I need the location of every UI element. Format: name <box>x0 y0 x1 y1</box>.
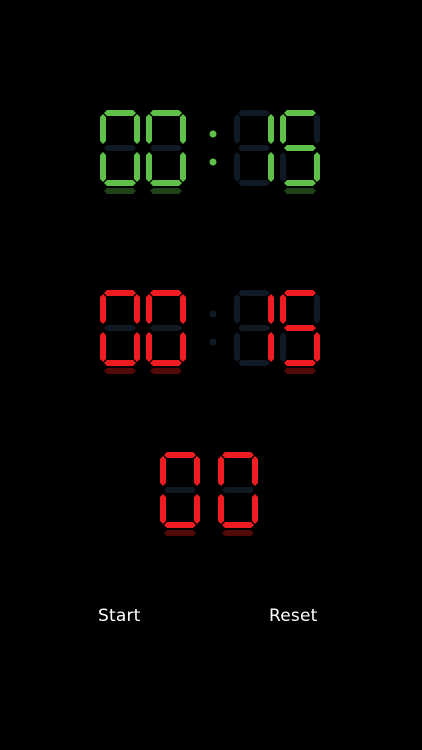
reset-button[interactable]: Reset <box>269 603 318 629</box>
segment-a <box>104 290 136 296</box>
segment-d <box>104 180 136 186</box>
segment-f <box>160 456 166 486</box>
counter-display <box>160 452 258 536</box>
digit-seconds-ones <box>280 110 320 194</box>
segment-f <box>100 294 106 324</box>
segment-e <box>100 152 106 182</box>
segment-e <box>160 494 166 524</box>
segment-a <box>238 110 270 116</box>
segment-d <box>164 522 196 528</box>
segment-a <box>238 290 270 296</box>
bottom-timer-display <box>100 290 320 374</box>
segment-f <box>280 294 286 324</box>
segment-c <box>180 152 186 182</box>
segment-f <box>234 114 240 144</box>
segment-b <box>314 114 320 144</box>
segment-c <box>252 494 258 524</box>
digit-minutes-ones <box>146 110 186 194</box>
segment-d <box>150 180 182 186</box>
segment-g <box>150 325 182 331</box>
segment-reflection <box>284 188 316 194</box>
segment-d <box>284 180 316 186</box>
digit-minutes-ones <box>146 290 186 374</box>
segment-c <box>180 332 186 362</box>
segment-b <box>134 294 140 324</box>
segment-f <box>146 294 152 324</box>
counter-digit-tens <box>160 452 200 536</box>
counter-digit-ones <box>218 452 258 536</box>
segment-d <box>238 180 270 186</box>
start-button[interactable]: Start <box>98 603 141 629</box>
colon <box>209 130 217 166</box>
segment-b <box>314 294 320 324</box>
segment-f <box>218 456 224 486</box>
segment-g <box>222 487 254 493</box>
segment-b <box>268 294 274 324</box>
segment-f <box>100 114 106 144</box>
segment-g <box>238 325 270 331</box>
segment-g <box>150 145 182 151</box>
digit-minutes-tens <box>100 110 140 194</box>
segment-e <box>280 152 286 182</box>
segment-e <box>234 152 240 182</box>
segment-d <box>284 360 316 366</box>
segment-b <box>180 294 186 324</box>
segment-a <box>284 290 316 296</box>
segment-a <box>222 452 254 458</box>
segment-b <box>180 114 186 144</box>
segment-reflection <box>284 368 316 374</box>
segment-c <box>268 332 274 362</box>
digit-seconds-tens <box>234 290 274 366</box>
segment-e <box>234 332 240 362</box>
segment-reflection <box>164 530 196 536</box>
segment-e <box>146 332 152 362</box>
segment-g <box>104 145 136 151</box>
segment-a <box>164 452 196 458</box>
segment-reflection <box>150 368 182 374</box>
segment-d <box>150 360 182 366</box>
segment-b <box>134 114 140 144</box>
segment-g <box>284 145 316 151</box>
segment-c <box>134 152 140 182</box>
segment-d <box>104 360 136 366</box>
segment-e <box>146 152 152 182</box>
segment-c <box>314 332 320 362</box>
segment-reflection <box>150 188 182 194</box>
colon <box>209 310 217 346</box>
segment-e <box>100 332 106 362</box>
segment-reflection <box>104 188 136 194</box>
segment-f <box>280 114 286 144</box>
segment-c <box>134 332 140 362</box>
segment-c <box>194 494 200 524</box>
segment-g <box>238 145 270 151</box>
segment-reflection <box>104 368 136 374</box>
segment-b <box>252 456 258 486</box>
segment-f <box>146 114 152 144</box>
segment-f <box>234 294 240 324</box>
segment-e <box>280 332 286 362</box>
top-timer-display <box>100 110 320 194</box>
segment-c <box>314 152 320 182</box>
segment-d <box>222 522 254 528</box>
segment-b <box>194 456 200 486</box>
segment-g <box>164 487 196 493</box>
digit-minutes-tens <box>100 290 140 374</box>
segment-a <box>150 290 182 296</box>
digit-seconds-tens <box>234 110 274 186</box>
segment-c <box>268 152 274 182</box>
segment-b <box>268 114 274 144</box>
segment-g <box>284 325 316 331</box>
segment-a <box>104 110 136 116</box>
segment-a <box>284 110 316 116</box>
segment-a <box>150 110 182 116</box>
segment-e <box>218 494 224 524</box>
digit-seconds-ones <box>280 290 320 374</box>
segment-reflection <box>222 530 254 536</box>
segment-d <box>238 360 270 366</box>
segment-g <box>104 325 136 331</box>
